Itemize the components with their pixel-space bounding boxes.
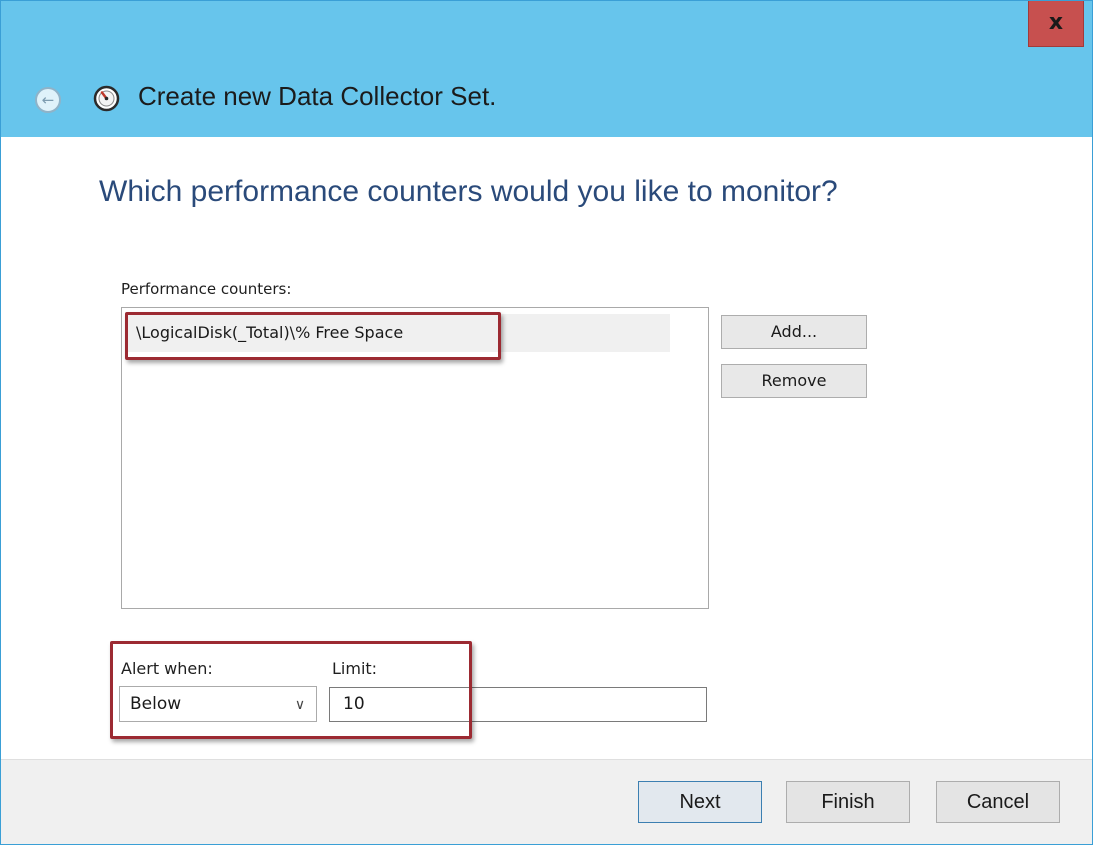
title-bar: x ← Create new Data Collector Set. [1,1,1092,137]
footer-bar [1,759,1092,844]
alert-when-value: Below [130,694,182,714]
close-button[interactable]: x [1028,1,1084,47]
limit-input[interactable]: 10 [329,687,707,722]
page-heading: Which performance counters would you lik… [99,175,838,208]
limit-label: Limit: [332,659,378,678]
remove-button[interactable]: Remove [721,364,867,398]
performance-monitor-icon [93,85,120,112]
next-button[interactable]: Next [638,781,762,823]
counters-list[interactable]: \LogicalDisk(_Total)\% Free Space [121,307,709,609]
dialog-window: x ← Create new Data Collector Set. Which… [0,0,1093,845]
chevron-down-icon: ∨ [294,697,306,713]
alert-when-select[interactable]: Below ∨ [119,686,317,722]
window-title: Create new Data Collector Set. [138,81,497,111]
back-arrow-icon[interactable]: ← [35,87,61,113]
finish-button[interactable]: Finish [786,781,910,823]
list-item[interactable]: \LogicalDisk(_Total)\% Free Space [126,314,670,352]
cancel-button[interactable]: Cancel [936,781,1060,823]
alert-when-label: Alert when: [121,659,213,678]
add-button[interactable]: Add... [721,315,867,349]
counters-label: Performance counters: [121,280,292,298]
